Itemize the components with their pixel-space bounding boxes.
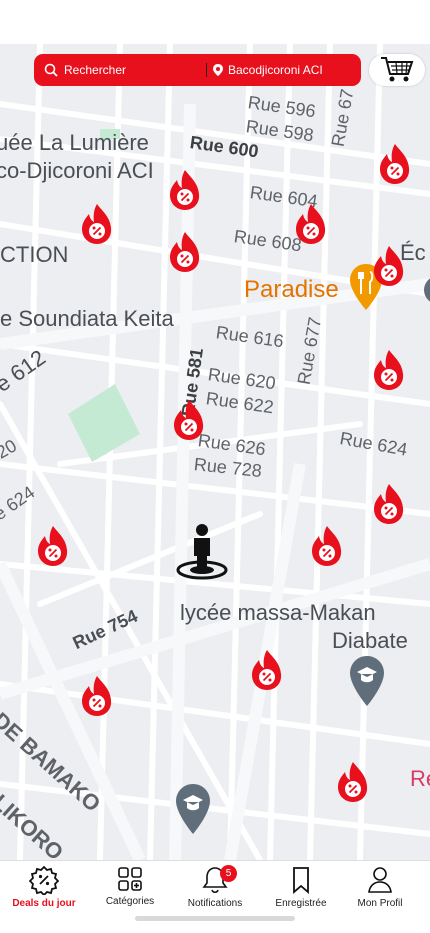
place-label: lycée massa-Makan bbox=[180, 600, 376, 625]
bookmark-icon bbox=[293, 867, 309, 894]
nav-deals[interactable]: Deals du jour bbox=[1, 865, 87, 909]
restaurant-pin-icon bbox=[422, 274, 430, 314]
search-input[interactable]: Rechercher bbox=[34, 63, 206, 77]
person-location-icon bbox=[176, 524, 228, 580]
search-bar[interactable]: Rechercher Bacodjicoroni ACI bbox=[34, 54, 361, 86]
school-pin-icon[interactable] bbox=[348, 654, 386, 708]
nav-notifications[interactable]: 5 Notifications bbox=[172, 865, 258, 909]
nav-label: Mon Profil bbox=[357, 898, 403, 909]
fire-discount-icon[interactable] bbox=[34, 524, 72, 568]
place-label: Re bbox=[410, 766, 430, 791]
categories-grid-icon bbox=[118, 867, 142, 891]
place-label: Paradise bbox=[244, 276, 339, 303]
location-selector[interactable]: Bacodjicoroni ACI bbox=[207, 63, 323, 77]
place-label: uée La Lumière bbox=[0, 130, 149, 155]
fire-discount-icon[interactable] bbox=[370, 244, 408, 288]
fire-discount-icon[interactable] bbox=[78, 202, 116, 246]
place-label: CTION bbox=[0, 242, 69, 267]
notification-badge: 5 bbox=[220, 865, 237, 882]
fire-discount-icon[interactable] bbox=[166, 230, 204, 274]
home-indicator bbox=[135, 916, 295, 921]
nav-label: Deals du jour bbox=[12, 898, 76, 909]
fire-discount-icon[interactable] bbox=[308, 524, 346, 568]
bottom-nav: Deals du jour Catégories 5 Notifications… bbox=[0, 860, 430, 933]
fire-discount-icon[interactable] bbox=[376, 142, 414, 186]
map-view[interactable]: Rue 596 Rue 598 Rue 600 Rue 67 uée La Lu… bbox=[0, 44, 430, 860]
school-pin-icon[interactable] bbox=[174, 782, 212, 836]
cart-button[interactable] bbox=[369, 54, 425, 86]
search-placeholder: Rechercher bbox=[64, 63, 127, 77]
location-text: Bacodjicoroni ACI bbox=[228, 63, 323, 77]
fire-discount-icon[interactable] bbox=[370, 482, 408, 526]
place-label: Diabate bbox=[332, 628, 408, 653]
search-icon bbox=[44, 63, 58, 77]
fire-discount-icon[interactable] bbox=[248, 648, 286, 692]
street-label: e Soundiata Keita bbox=[0, 306, 174, 331]
nav-label: Enregistrée bbox=[275, 898, 327, 909]
fire-discount-icon[interactable] bbox=[370, 348, 408, 392]
place-label: co-Djicoroni ACI bbox=[0, 158, 154, 183]
nav-saved[interactable]: Enregistrée bbox=[258, 865, 344, 909]
fire-discount-icon[interactable] bbox=[334, 760, 372, 804]
cart-icon bbox=[381, 57, 414, 82]
location-pin-icon bbox=[213, 64, 223, 76]
fire-discount-icon[interactable] bbox=[170, 398, 208, 442]
user-icon bbox=[368, 867, 392, 893]
status-bar bbox=[0, 0, 430, 44]
nav-categories[interactable]: Catégories bbox=[87, 865, 173, 907]
nav-label: Catégories bbox=[105, 896, 155, 907]
nav-profile[interactable]: Mon Profil bbox=[337, 865, 423, 909]
fire-discount-icon[interactable] bbox=[78, 674, 116, 718]
nav-label: Notifications bbox=[187, 898, 243, 909]
fire-discount-icon[interactable] bbox=[166, 168, 204, 212]
fire-discount-icon[interactable] bbox=[292, 202, 330, 246]
discount-badge-icon bbox=[29, 865, 59, 895]
